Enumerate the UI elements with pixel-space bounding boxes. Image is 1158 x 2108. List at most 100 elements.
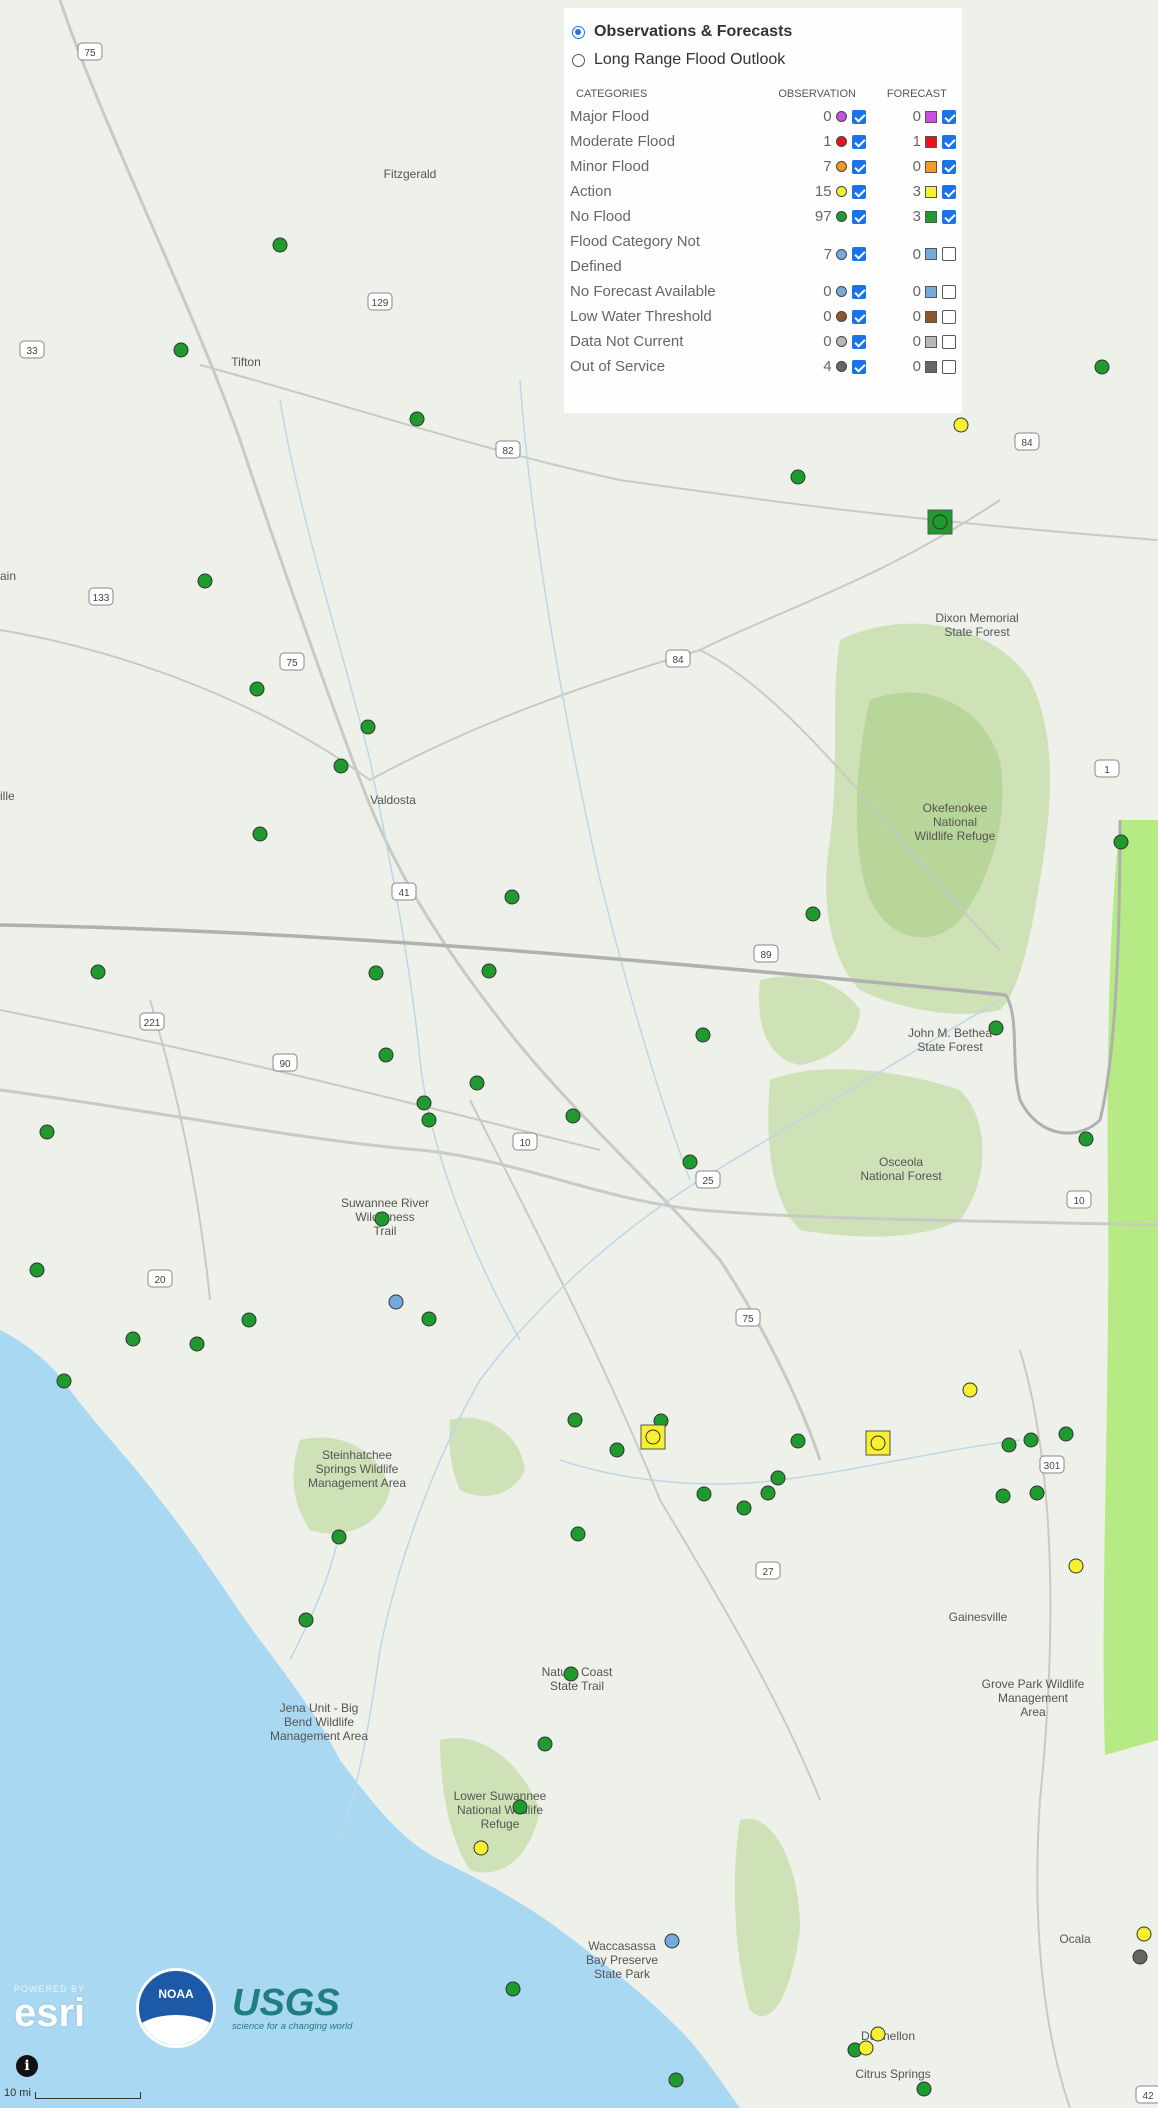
place-label: Tifton	[231, 355, 261, 369]
observation-cell: 1	[784, 133, 866, 150]
gauge-marker-no-flood[interactable]	[570, 1526, 586, 1542]
gauge-marker-no-flood[interactable]	[1078, 1131, 1094, 1147]
gauge-marker-out-of-service[interactable]	[1132, 1949, 1148, 1965]
gauge-marker-no-flood[interactable]	[1113, 834, 1129, 850]
observation-checkbox[interactable]	[851, 334, 866, 349]
gauge-marker-no-flood[interactable]	[988, 1020, 1004, 1036]
gauge-marker-no-flood[interactable]	[1029, 1485, 1045, 1501]
gauge-marker-no-flood[interactable]	[272, 237, 288, 253]
gauge-marker-no-flood[interactable]	[241, 1312, 257, 1328]
forecast-checkbox[interactable]	[942, 109, 956, 124]
gauge-marker-no-flood[interactable]	[790, 1433, 806, 1449]
info-icon[interactable]: i	[16, 2055, 38, 2077]
forecast-checkbox[interactable]	[942, 309, 956, 324]
attribution-logos: POWERED BY esri NOAA USGS science for a …	[14, 1968, 352, 2048]
gauge-marker-no-flood[interactable]	[173, 342, 189, 358]
gauge-marker-no-flood[interactable]	[696, 1486, 712, 1502]
gauge-marker-no-flood[interactable]	[565, 1108, 581, 1124]
observation-checkbox[interactable]	[851, 109, 866, 124]
gauge-marker-no-flood[interactable]	[567, 1412, 583, 1428]
gauge-marker-no-flood[interactable]	[995, 1488, 1011, 1504]
gauge-marker-no-flood[interactable]	[378, 1047, 394, 1063]
gauge-marker-no-flood[interactable]	[1001, 1437, 1017, 1453]
gauge-marker-no-flood[interactable]	[563, 1666, 579, 1682]
gauge-marker-no-flood[interactable]	[790, 469, 806, 485]
gauge-marker-no-flood[interactable]	[760, 1485, 776, 1501]
gauge-marker-no-flood[interactable]	[770, 1470, 786, 1486]
gauge-marker-no-flood[interactable]	[333, 758, 349, 774]
forecast-checkbox[interactable]	[942, 334, 956, 349]
gauge-marker-action[interactable]	[858, 2040, 874, 2056]
gauge-marker-no-flood[interactable]	[916, 2081, 932, 2097]
forecast-marker-action[interactable]	[640, 1424, 666, 1450]
gauge-marker-no-flood[interactable]	[39, 1124, 55, 1140]
gauge-marker-action[interactable]	[870, 2026, 886, 2042]
gauge-marker-no-flood[interactable]	[374, 1211, 390, 1227]
gauge-marker-no-flood[interactable]	[512, 1799, 528, 1815]
svg-text:75: 75	[84, 48, 96, 59]
forecast-marker-action[interactable]	[865, 1430, 891, 1456]
forecast-checkbox[interactable]	[942, 359, 956, 374]
observation-checkbox[interactable]	[851, 159, 866, 174]
forecast-checkbox[interactable]	[942, 134, 956, 149]
observation-checkbox[interactable]	[851, 134, 866, 149]
gauge-marker-action[interactable]	[1136, 1926, 1152, 1942]
route-shield: 1	[1094, 759, 1120, 778]
gauge-marker-no-flood[interactable]	[409, 411, 425, 427]
forecast-checkbox[interactable]	[942, 159, 956, 174]
gauge-marker-action[interactable]	[473, 1840, 489, 1856]
gauge-marker-category-not-defined[interactable]	[664, 1933, 680, 1949]
gauge-marker-no-flood[interactable]	[421, 1311, 437, 1327]
mode-long-range-outlook[interactable]: Long Range Flood Outlook	[570, 46, 956, 74]
gauge-marker-no-flood[interactable]	[90, 964, 106, 980]
gauge-marker-no-flood[interactable]	[368, 965, 384, 981]
gauge-marker-no-flood[interactable]	[56, 1373, 72, 1389]
gauge-marker-no-flood[interactable]	[1058, 1426, 1074, 1442]
header-categories: CATEGORIES	[576, 88, 648, 100]
gauge-marker-no-flood[interactable]	[504, 889, 520, 905]
gauge-marker-no-flood[interactable]	[421, 1112, 437, 1128]
gauge-marker-no-flood[interactable]	[331, 1529, 347, 1545]
gauge-marker-no-flood[interactable]	[125, 1331, 141, 1347]
gauge-marker-no-flood[interactable]	[481, 963, 497, 979]
gauge-marker-no-flood[interactable]	[805, 906, 821, 922]
gauge-marker-no-flood[interactable]	[298, 1612, 314, 1628]
mode-observations-forecasts[interactable]: Observations & Forecasts	[570, 18, 956, 46]
radio-observations-forecasts[interactable]	[572, 25, 585, 39]
observation-checkbox[interactable]	[851, 359, 866, 374]
gauge-marker-no-flood[interactable]	[360, 719, 376, 735]
gauge-marker-no-flood[interactable]	[249, 681, 265, 697]
forecast-checkbox[interactable]	[942, 247, 956, 261]
gauge-marker-no-flood[interactable]	[537, 1736, 553, 1752]
gauge-marker-no-flood[interactable]	[505, 1981, 521, 1997]
gauge-marker-no-flood[interactable]	[416, 1095, 432, 1111]
gauge-marker-no-flood[interactable]	[189, 1336, 205, 1352]
forecast-marker-no-flood[interactable]	[927, 509, 953, 535]
gauge-marker-no-flood[interactable]	[469, 1075, 485, 1091]
gauge-marker-no-flood[interactable]	[609, 1442, 625, 1458]
forecast-checkbox[interactable]	[942, 209, 956, 224]
gauge-marker-action[interactable]	[962, 1382, 978, 1398]
gauge-marker-no-flood[interactable]	[1023, 1432, 1039, 1448]
gauge-marker-action[interactable]	[1068, 1558, 1084, 1574]
gauge-marker-category-not-defined[interactable]	[388, 1294, 404, 1310]
gauge-marker-no-flood[interactable]	[695, 1027, 711, 1043]
observation-checkbox[interactable]	[851, 284, 866, 299]
mode-label: Observations & Forecasts	[594, 23, 793, 40]
gauge-marker-no-flood[interactable]	[736, 1500, 752, 1516]
observation-checkbox[interactable]	[851, 209, 866, 224]
gauge-marker-no-flood[interactable]	[252, 826, 268, 842]
gauge-marker-no-flood[interactable]	[197, 573, 213, 589]
observation-checkbox[interactable]	[851, 184, 866, 199]
forecast-checkbox[interactable]	[942, 184, 956, 199]
observation-checkbox[interactable]	[851, 309, 866, 324]
forecast-checkbox[interactable]	[942, 284, 956, 299]
svg-text:133: 133	[93, 593, 110, 604]
gauge-marker-action[interactable]	[953, 417, 969, 433]
gauge-marker-no-flood[interactable]	[29, 1262, 45, 1278]
observation-checkbox[interactable]	[852, 247, 867, 261]
radio-long-range-outlook[interactable]	[572, 53, 585, 67]
gauge-marker-no-flood[interactable]	[668, 2072, 684, 2088]
gauge-marker-no-flood[interactable]	[1094, 359, 1110, 375]
gauge-marker-no-flood[interactable]	[682, 1154, 698, 1170]
